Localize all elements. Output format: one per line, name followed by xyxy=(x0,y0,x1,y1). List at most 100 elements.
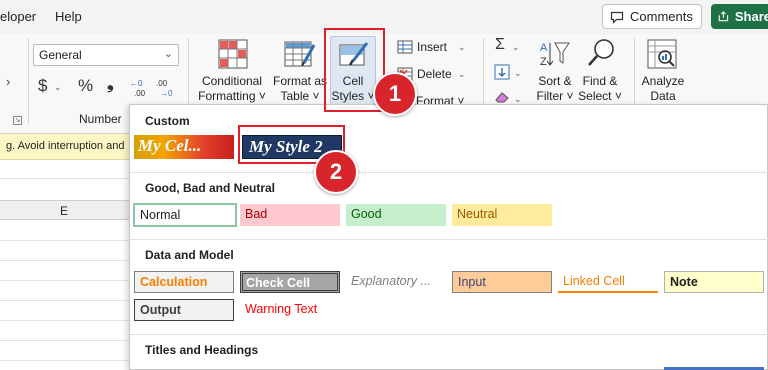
find-select-label: Select ˅ xyxy=(578,89,622,103)
chevron-down-icon: ⌄ xyxy=(163,48,173,60)
percent-symbol[interactable]: % xyxy=(78,76,93,96)
style-neutral[interactable]: Neutral xyxy=(452,204,552,226)
style-bad[interactable]: Bad xyxy=(240,204,340,226)
style-output[interactable]: Output xyxy=(134,299,234,321)
fill-icon[interactable] xyxy=(494,64,510,83)
sort-filter-button[interactable]: Sort & Filter ˅ xyxy=(530,74,580,104)
number-format-select[interactable]: General ⌄ xyxy=(33,44,179,66)
insert-label[interactable]: Insert xyxy=(417,40,447,55)
grid-line xyxy=(0,260,130,261)
format-as-table-icon[interactable] xyxy=(284,39,316,72)
grid-line xyxy=(0,320,130,321)
analyze-data-label: Data xyxy=(650,89,676,103)
style-label: My Cel... xyxy=(138,136,202,155)
sort-filter-label: Sort & xyxy=(538,74,572,88)
increase-decimal-icon[interactable]: ←0.00 xyxy=(130,77,150,102)
style-label: Warning Text xyxy=(245,302,318,316)
svg-text:.00: .00 xyxy=(156,79,168,88)
decrease-decimal-icon[interactable]: .00 →0 xyxy=(156,77,176,102)
conditional-formatting-label: Formatting ˅ xyxy=(198,89,266,103)
style-linked-cell[interactable]: Linked Cell xyxy=(558,271,658,293)
comma-symbol[interactable]: ❟ xyxy=(107,74,114,94)
delete-label[interactable]: Delete xyxy=(417,67,452,82)
menu-help[interactable]: Help xyxy=(55,9,82,24)
section-title-titles-and-headings: Titles and Headings xyxy=(145,343,259,357)
style-warning-text[interactable]: Warning Text xyxy=(240,299,340,321)
section-separator xyxy=(130,239,768,240)
share-label: Share xyxy=(734,9,768,24)
autosum-icon[interactable]: Σ xyxy=(495,36,505,54)
style-note[interactable]: Note xyxy=(664,271,764,293)
comment-icon xyxy=(610,11,624,24)
share-icon xyxy=(718,11,729,22)
worksheet-area: g. Avoid interruption and E xyxy=(0,134,130,370)
share-button[interactable]: Share xyxy=(711,4,768,29)
section-separator xyxy=(130,334,768,335)
section-title-good-bad-neutral: Good, Bad and Neutral xyxy=(145,181,276,195)
grid-line xyxy=(0,360,130,361)
style-good[interactable]: Good xyxy=(346,204,446,226)
svg-text:Z: Z xyxy=(540,56,547,68)
callout-badge-1: 1 xyxy=(373,72,417,116)
sort-filter-icon[interactable]: AZ xyxy=(539,39,571,72)
chevron-down-icon[interactable]: ⌄ xyxy=(458,69,466,80)
style-label: Output xyxy=(140,303,181,317)
style-explanatory[interactable]: Explanatory ... xyxy=(346,271,446,293)
dialog-launcher-icon[interactable]: ↘ xyxy=(13,116,22,125)
svg-text:A: A xyxy=(540,42,548,54)
style-label: Input xyxy=(458,275,486,289)
menu-developer[interactable]: eloper xyxy=(0,9,36,24)
find-select-label: Find & xyxy=(582,74,618,88)
grid-line xyxy=(0,240,130,241)
chevron-down-icon[interactable]: ⌄ xyxy=(512,42,520,53)
callout-number: 2 xyxy=(329,159,343,184)
grid-line xyxy=(0,340,130,341)
svg-text:→0: →0 xyxy=(160,89,173,98)
style-label: Calculation xyxy=(140,275,208,289)
analyze-data-icon[interactable] xyxy=(646,38,678,73)
chevron-down-icon[interactable]: ⌄ xyxy=(458,42,466,53)
find-select-button[interactable]: Find & Select ˅ xyxy=(575,74,625,104)
section-title-data-and-model: Data and Model xyxy=(145,248,234,262)
chevron-down-icon[interactable]: ⌄ xyxy=(514,68,522,79)
style-normal[interactable]: Normal xyxy=(133,203,237,227)
style-label: Check Cell xyxy=(246,276,310,290)
style-input[interactable]: Input xyxy=(452,271,552,293)
cell-styles-gallery: Custom My Cel... My Style 2 Good, Bad an… xyxy=(129,104,768,370)
search-icon[interactable] xyxy=(586,38,616,71)
ribbon-separator xyxy=(28,38,29,124)
callout-badge-2: 2 xyxy=(314,150,358,194)
number-group-label: Number xyxy=(79,112,122,126)
format-as-table-button[interactable]: Format as Table ˅ xyxy=(270,74,330,104)
style-label: Good xyxy=(351,207,382,221)
svg-text:←0: ←0 xyxy=(130,79,143,88)
conditional-formatting-icon[interactable] xyxy=(218,39,248,72)
grid-line xyxy=(0,280,130,281)
style-my-cell[interactable]: My Cel... xyxy=(134,135,234,159)
section-title-custom: Custom xyxy=(145,114,190,128)
column-header[interactable]: E xyxy=(0,200,130,220)
analyze-data-label: Analyze xyxy=(641,74,685,88)
info-bar: g. Avoid interruption and xyxy=(0,134,130,160)
grid-line xyxy=(0,300,130,301)
comments-label: Comments xyxy=(630,9,693,24)
info-bar-text: g. Avoid interruption and xyxy=(6,140,125,152)
conditional-formatting-label: Conditional xyxy=(201,74,263,88)
style-label: Bad xyxy=(245,207,268,221)
analyze-data-button[interactable]: Analyze Data xyxy=(638,74,688,104)
number-format-value: General xyxy=(39,48,82,62)
format-as-table-label: Format as xyxy=(272,74,327,88)
style-label: Explanatory ... xyxy=(351,274,431,288)
conditional-formatting-button[interactable]: Conditional Formatting ˅ xyxy=(196,74,268,104)
chevron-right-icon[interactable]: › xyxy=(6,74,10,89)
style-calculation[interactable]: Calculation xyxy=(134,271,234,293)
section-separator xyxy=(130,172,768,173)
style-label: Normal xyxy=(140,208,181,222)
grid-line xyxy=(0,178,130,179)
comments-button[interactable]: Comments xyxy=(602,4,702,29)
chevron-down-icon[interactable]: ⌄ xyxy=(54,82,62,93)
format-as-table-label: Table ˅ xyxy=(280,89,320,103)
style-check-cell[interactable]: Check Cell xyxy=(240,271,340,293)
currency-symbol[interactable]: $ xyxy=(38,76,47,96)
insert-cells-icon[interactable] xyxy=(397,40,413,57)
